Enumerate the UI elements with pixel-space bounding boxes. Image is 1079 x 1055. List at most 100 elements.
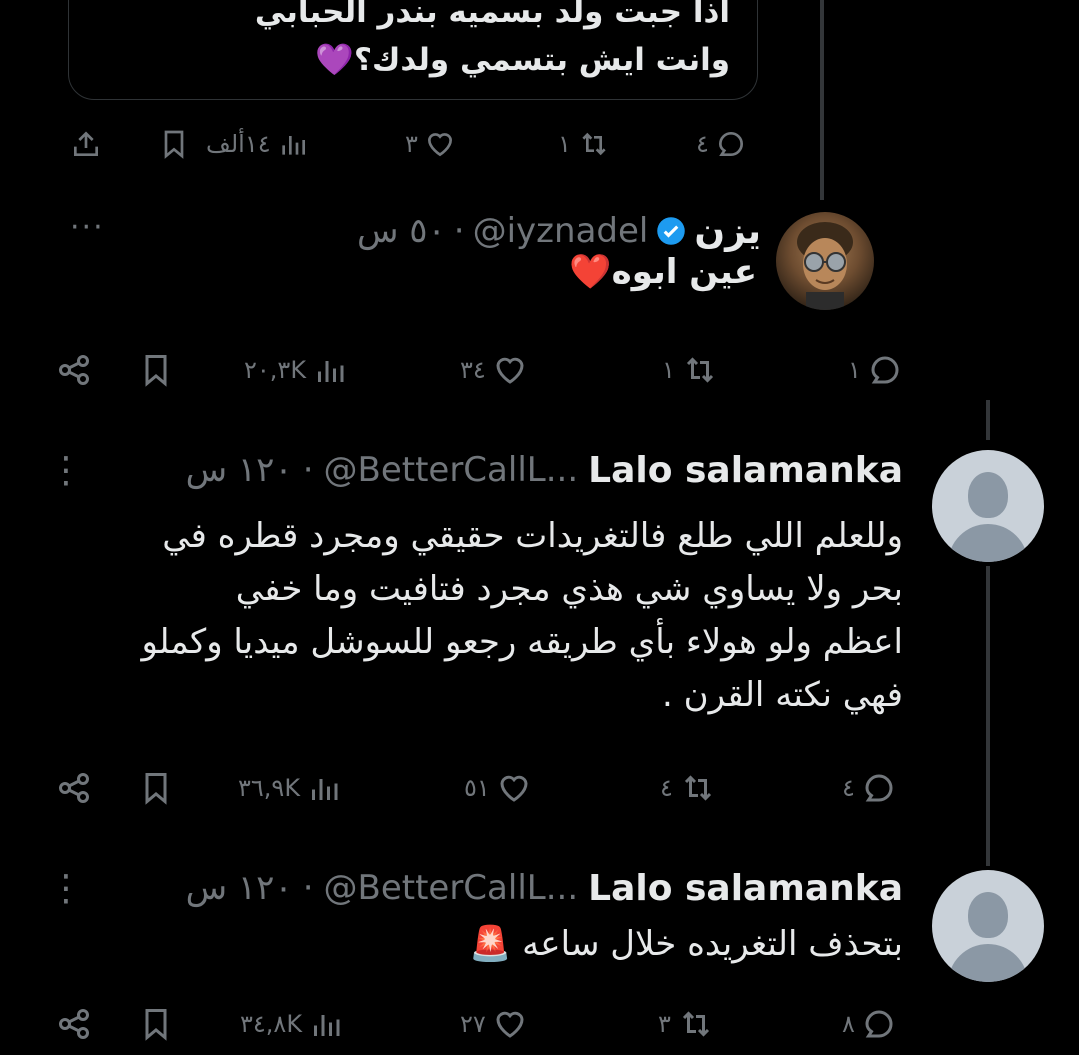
bookmark-button[interactable]	[138, 350, 174, 390]
bookmark-icon	[145, 1009, 167, 1041]
bookmark-icon	[164, 130, 184, 159]
bookmark-button[interactable]	[158, 124, 190, 164]
quoted-line-2: وانت ايش بتسمي ولدك؟💜	[315, 42, 730, 78]
bookmark-icon	[145, 355, 167, 387]
timestamp[interactable]: ٥٠ س	[357, 211, 446, 251]
display-name[interactable]: يزن	[694, 211, 761, 252]
upload-icon	[74, 131, 98, 156]
more-options-button[interactable]: ⋮	[48, 868, 86, 909]
reply-button[interactable]: ٨	[842, 1004, 897, 1044]
timestamp[interactable]: ١٢٠ س	[186, 450, 293, 490]
views-button[interactable]: ٢٠,٣K	[244, 350, 348, 390]
timestamp[interactable]: ١٢٠ س	[186, 868, 293, 908]
like-count: ٣٤	[460, 356, 486, 384]
tweet-line-4: فهي نكته القرن .	[662, 675, 903, 715]
share-icon	[59, 773, 89, 803]
heart-icon	[500, 775, 528, 802]
views-button[interactable]: ٣٤,٨K	[240, 1004, 344, 1044]
reply1-action-bar: ١ ١ ٣٤ ٢٠,٣K	[0, 350, 1079, 390]
like-count: ٥١	[464, 774, 490, 802]
repost-count: ١	[558, 130, 571, 158]
views-button[interactable]: ١٤ألف	[206, 124, 309, 164]
repost-count: ٣	[658, 1010, 671, 1038]
repost-button[interactable]: ١	[662, 350, 719, 390]
like-count: ٣	[405, 130, 418, 158]
views-count: ٢٠,٣K	[244, 356, 307, 384]
more-options-button[interactable]: ⋮	[48, 450, 86, 491]
bookmark-icon	[145, 773, 167, 805]
views-button[interactable]: ٣٦,٩K	[238, 768, 342, 808]
share-icon	[59, 355, 89, 385]
tweet-line-3: اعظم ولو هولاء بأي طريقه رجعو للسوشل ميد…	[141, 622, 903, 662]
thread-line-middle	[986, 566, 990, 866]
default-avatar-head	[968, 472, 1008, 518]
repost-icon	[686, 357, 713, 383]
heart-icon	[496, 357, 524, 384]
reply-button[interactable]: ١	[848, 350, 903, 390]
avatar[interactable]	[776, 212, 874, 310]
like-button[interactable]: ٣	[405, 124, 456, 164]
views-icon	[314, 1015, 340, 1036]
heart-icon	[496, 1011, 524, 1038]
share-button[interactable]	[56, 350, 92, 390]
avatar[interactable]	[932, 870, 1044, 982]
views-count: ٣٦,٩K	[238, 774, 301, 802]
like-button[interactable]: ٣٤	[460, 350, 528, 390]
verified-badge-icon	[657, 217, 686, 245]
share-icon	[59, 1009, 89, 1039]
reply-count: ٤	[842, 774, 855, 802]
repost-count: ٤	[660, 774, 673, 802]
thread-line-top	[820, 0, 824, 200]
reply-icon	[871, 356, 899, 384]
repost-count: ١	[662, 356, 675, 384]
like-count: ٢٧	[460, 1010, 486, 1038]
repost-icon	[582, 132, 606, 156]
more-options-button[interactable]: ···	[70, 210, 105, 245]
views-count: ٣٤,٨K	[240, 1010, 303, 1038]
reply-button[interactable]: ٤	[696, 124, 747, 164]
tweet-text: عين ابوه❤️	[569, 252, 757, 292]
reply3-action-bar: ٨ ٣ ٢٧ ٣٤,٨K	[0, 1004, 1079, 1044]
share-button[interactable]	[56, 768, 92, 808]
separator-dot: ·	[302, 868, 314, 908]
reply-icon	[718, 131, 743, 156]
like-button[interactable]: ٢٧	[460, 1004, 528, 1044]
default-avatar-body	[948, 944, 1028, 982]
avatar[interactable]	[932, 450, 1044, 562]
reply2-action-bar: ٤ ٤ ٥١ ٣٦,٩K	[0, 768, 1079, 808]
share-button[interactable]	[56, 1004, 92, 1044]
reply2-header: Lalo salamanka @BetterCallL... · ١٢٠ س	[186, 446, 903, 494]
reply3-header: Lalo salamanka @BetterCallL... · ١٢٠ س	[186, 864, 903, 912]
tweet-line-1: وللعلم اللي طلع فالتغريدات حقيقي ومجرد ق…	[162, 516, 903, 556]
views-count: ١٤ألف	[206, 130, 271, 158]
reply-button[interactable]: ٤	[842, 768, 897, 808]
tweet-text: بتحذف التغريده خلال ساعه 🚨	[468, 924, 903, 964]
separator-dot: ·	[453, 211, 465, 251]
bookmark-button[interactable]	[138, 1004, 174, 1044]
display-name[interactable]: Lalo salamanka	[588, 450, 903, 491]
heart-icon	[427, 133, 452, 157]
avatar-illustration	[797, 222, 853, 310]
reply-count: ٨	[842, 1010, 855, 1038]
display-name[interactable]: Lalo salamanka	[588, 868, 903, 909]
handle[interactable]: @BetterCallL...	[324, 450, 579, 490]
tweet-text: وللعلم اللي طلع فالتغريدات حقيقي ومجرد ق…	[3, 510, 903, 722]
views-icon	[312, 779, 338, 800]
quoted-action-bar: ٤ ١ ٣ ١٤ألف	[0, 124, 1079, 164]
repost-button[interactable]: ٤	[660, 768, 717, 808]
reply-count: ٤	[696, 130, 709, 158]
repost-button[interactable]: ٣	[658, 1004, 715, 1044]
quoted-line-1: اذا جبت ولد بسميه بندر الحبابي	[254, 0, 730, 30]
handle[interactable]: @iyznadel	[473, 211, 649, 251]
handle[interactable]: @BetterCallL...	[324, 868, 579, 908]
default-avatar-head	[968, 892, 1008, 938]
reply-count: ١	[848, 356, 861, 384]
default-avatar-body	[948, 524, 1028, 562]
like-button[interactable]: ٥١	[464, 768, 532, 808]
separator-dot: ·	[302, 450, 314, 490]
share-button[interactable]	[70, 124, 102, 164]
repost-icon	[684, 775, 711, 801]
bookmark-button[interactable]	[138, 768, 174, 808]
repost-button[interactable]: ١	[558, 124, 611, 164]
repost-icon	[682, 1011, 709, 1037]
